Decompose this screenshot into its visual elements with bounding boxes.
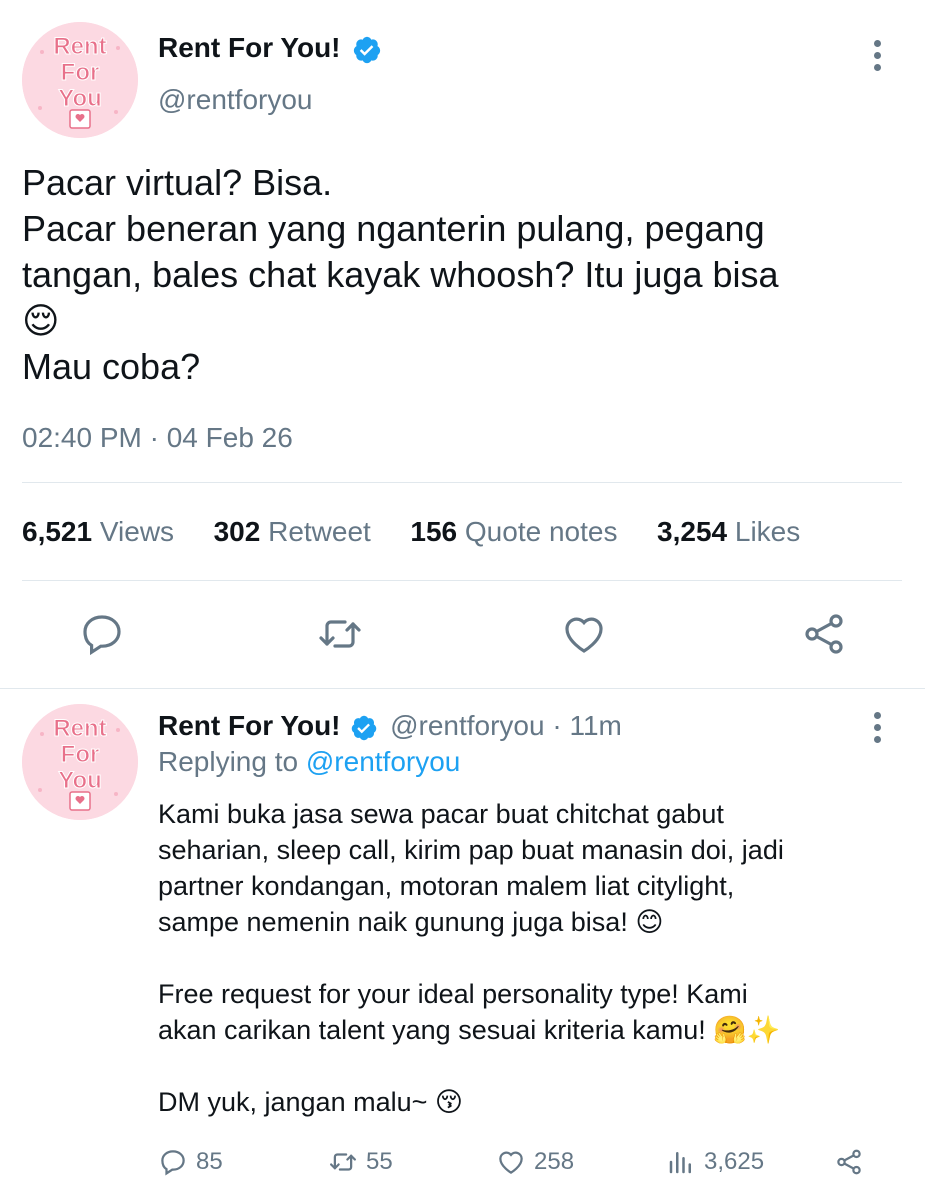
avatar-text-for: For xyxy=(61,59,100,86)
share-icon xyxy=(837,1149,861,1175)
like-count: 258 xyxy=(534,1148,575,1175)
share-icon[interactable] xyxy=(800,610,848,658)
like-icon xyxy=(499,1151,523,1174)
reply-author-name[interactable]: Rent For You! xyxy=(158,710,341,741)
tweet-line: Mau coba? xyxy=(22,346,201,387)
replying-to-label: Replying to xyxy=(158,746,299,777)
replying-to: Replying to @rentforyou xyxy=(158,746,460,778)
tweet-line: Pacar beneran yang nganterin pulang, peg… xyxy=(22,208,765,249)
reply-more-options-button[interactable] xyxy=(862,712,892,752)
stat-quotes[interactable]: 156 Quote notes xyxy=(410,516,617,547)
avatar-text-for: For xyxy=(61,741,100,768)
avatar-text-rent: Rent xyxy=(53,715,106,742)
like-icon[interactable] xyxy=(560,610,608,658)
tweet-timestamp[interactable]: 02:40 PM · 04 Feb 26 xyxy=(22,422,293,454)
reply-line: Free request for your ideal personality … xyxy=(158,979,748,1009)
verified-badge-icon xyxy=(354,36,381,63)
tweet-text: Pacar virtual? Bisa. Pacar beneran yang … xyxy=(22,160,779,390)
reply-header: Rent For You! @rentforyou · 11m xyxy=(158,710,622,742)
avatar-text-you: You xyxy=(58,85,102,112)
reply-share-button[interactable] xyxy=(834,1144,872,1180)
stat-likes[interactable]: 3,254 Likes xyxy=(657,516,800,547)
reply-author-handle[interactable]: @rentforyou xyxy=(390,710,545,741)
reply-paragraph-2: Free request for your ideal personality … xyxy=(158,976,781,1048)
more-dot xyxy=(873,712,881,719)
more-dot xyxy=(873,40,881,47)
reply-line: DM yuk, jangan malu~ 😚 xyxy=(158,1087,464,1117)
more-dot xyxy=(873,52,881,59)
more-options-button[interactable] xyxy=(862,40,892,80)
divider xyxy=(0,688,925,689)
reply-paragraph-3: DM yuk, jangan malu~ 😚 xyxy=(158,1084,463,1120)
retweet-count: 55 xyxy=(366,1148,393,1175)
retweet-icon xyxy=(330,1153,356,1171)
more-dot xyxy=(873,64,881,71)
author-name-text[interactable]: Rent For You! xyxy=(158,32,341,63)
reply-line: Kami buka jasa sewa pacar buat chitchat … xyxy=(158,799,724,829)
reply-time[interactable]: · 11m xyxy=(552,710,622,741)
verified-badge-icon xyxy=(352,715,377,740)
divider xyxy=(22,482,902,483)
author-handle[interactable]: @rentforyou xyxy=(158,84,313,116)
author-name[interactable]: Rent For You! xyxy=(158,32,382,65)
views-icon xyxy=(669,1152,691,1174)
reply-author-avatar[interactable]: Rent For You xyxy=(22,704,138,820)
reply-icon[interactable] xyxy=(78,610,126,658)
more-dot xyxy=(873,724,881,731)
avatar-text-you: You xyxy=(58,767,102,794)
avatar-logo: Rent For You xyxy=(22,22,138,138)
avatar-text-rent: Rent xyxy=(53,33,106,60)
stat-retweets[interactable]: 302 Retweet xyxy=(214,516,371,547)
reply-icon xyxy=(161,1150,185,1176)
reply-retweet-button[interactable]: 55 xyxy=(328,1144,393,1180)
tweet-stats: 6,521 Views 302 Retweet 156 Quote notes … xyxy=(22,516,800,548)
views-count: 3,625 xyxy=(704,1148,765,1175)
reply-line: sampe nemenin naik gunung juga bisa! 😊 xyxy=(158,907,664,937)
divider xyxy=(22,580,902,581)
reply-reply-button[interactable]: 85 xyxy=(158,1144,223,1180)
reply-line: seharian, sleep call, kirim pap buat man… xyxy=(158,835,784,865)
avatar-logo: Rent For You xyxy=(22,704,138,820)
reply-like-button[interactable]: 258 xyxy=(496,1144,574,1180)
tweet-line: Pacar virtual? Bisa. xyxy=(22,162,333,203)
tweet-line: 😌 xyxy=(22,300,60,341)
reply-line: akan carikan talent yang sesuai kriteria… xyxy=(158,1015,781,1045)
reply-line: partner kondangan, motoran malem liat ci… xyxy=(158,871,735,901)
more-dot xyxy=(873,736,881,743)
stat-views[interactable]: 6,521 Views xyxy=(22,516,174,547)
reply-paragraph-1: Kami buka jasa sewa pacar buat chitchat … xyxy=(158,796,784,940)
retweet-icon[interactable] xyxy=(316,610,364,658)
tweet-line: tangan, bales chat kayak whoosh? Itu jug… xyxy=(22,254,779,295)
reply-views-button[interactable]: 3,625 xyxy=(666,1144,764,1180)
replying-to-handle[interactable]: @rentforyou xyxy=(306,746,461,777)
author-avatar[interactable]: Rent For You xyxy=(22,22,138,138)
reply-count: 85 xyxy=(196,1148,223,1175)
